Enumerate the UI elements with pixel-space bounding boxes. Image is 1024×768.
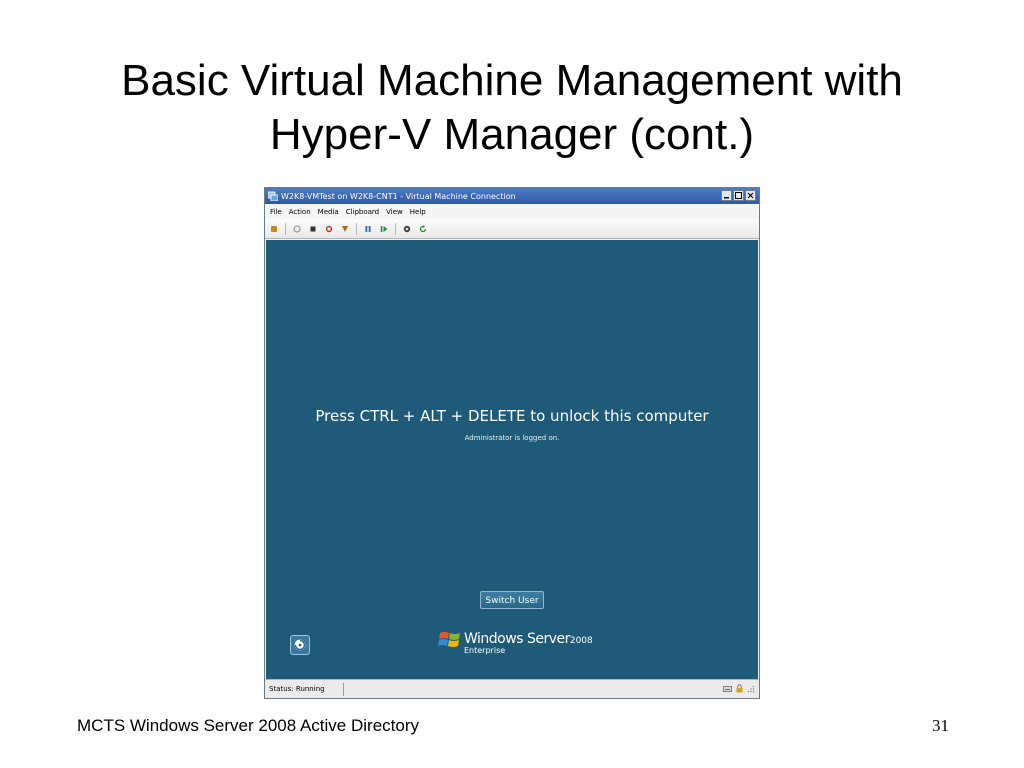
toolbar-separator [285, 222, 286, 235]
ease-of-access-icon [293, 638, 307, 652]
brand-name: Windows Server [464, 631, 570, 647]
menu-media[interactable]: Media [318, 208, 339, 216]
window-controls [721, 190, 756, 201]
start-button[interactable] [292, 224, 301, 233]
window-titlebar[interactable]: W2K8-VMTest on W2K8-CNT1 - Virtual Machi… [265, 188, 759, 204]
toolbar-separator [356, 222, 357, 235]
brand-edition: Enterprise [464, 646, 506, 655]
turn-off-button[interactable] [308, 224, 317, 233]
revert-button[interactable] [418, 224, 427, 233]
slide-page-number: 31 [932, 716, 949, 735]
brand-text: Windows Server2008 Enterprise [464, 628, 593, 655]
minimize-button[interactable] [721, 190, 732, 201]
menu-clipboard[interactable]: Clipboard [346, 208, 379, 216]
ctrl-alt-del-icon [270, 225, 277, 232]
save-state-button[interactable] [340, 224, 349, 233]
windows-flag-icon [438, 632, 460, 647]
revert-icon [419, 224, 426, 232]
resume-button[interactable] [379, 224, 388, 233]
pause-button[interactable] [363, 224, 372, 233]
status-text: Status: Running [269, 685, 325, 693]
maximize-button[interactable] [733, 190, 744, 201]
logged-on-message: Administrator is logged on. [464, 434, 560, 442]
resume-icon [380, 225, 387, 232]
status-bar: Status: Running [265, 679, 759, 698]
switch-user-button[interactable]: Switch User [480, 591, 544, 609]
windows-server-logo: Windows Server2008 Enterprise [438, 628, 593, 655]
shutdown-button[interactable] [324, 224, 333, 233]
menu-file[interactable]: File [270, 208, 282, 216]
close-icon [747, 192, 754, 199]
toolbar-separator [395, 222, 396, 235]
snapshot-button[interactable] [402, 224, 411, 233]
vm-connection-window: W2K8-VMTest on W2K8-CNT1 - Virtual Machi… [264, 187, 760, 699]
keyboard-icon [723, 685, 732, 692]
close-button[interactable] [745, 190, 756, 201]
start-icon [293, 225, 300, 232]
save-state-icon [341, 225, 348, 232]
pause-icon [365, 225, 370, 232]
slide-footer: MCTS Windows Server 2008 Active Director… [77, 716, 419, 735]
window-title: W2K8-VMTest on W2K8-CNT1 - Virtual Machi… [281, 191, 516, 201]
status-separator [342, 682, 344, 696]
status-icons [723, 684, 755, 693]
resize-grip-icon[interactable] [747, 685, 755, 693]
toolbar [265, 219, 759, 239]
menu-view[interactable]: View [386, 208, 403, 216]
menu-action[interactable]: Action [289, 208, 311, 216]
brand-year: 2008 [569, 636, 593, 646]
maximize-icon [735, 192, 742, 199]
vm-connection-app-icon [268, 191, 278, 201]
slide-title-line-1: Basic Virtual Machine Management with [121, 56, 903, 105]
ease-of-access-button[interactable] [290, 635, 310, 655]
menu-bar: File Action Media Clipboard View Help [265, 204, 759, 219]
unlock-message: Press CTRL + ALT + DELETE to unlock this… [315, 407, 709, 425]
slide-title: Basic Virtual Machine Management with Hy… [0, 54, 1024, 162]
minimize-icon [724, 197, 729, 199]
slide-title-line-2: Hyper-V Manager (cont.) [269, 110, 755, 159]
turn-off-icon [310, 226, 315, 231]
lock-icon [736, 684, 743, 693]
shutdown-icon [325, 225, 332, 232]
snapshot-icon [403, 225, 410, 232]
ctrl-alt-del-button[interactable] [269, 224, 278, 233]
vm-screen[interactable]: Press CTRL + ALT + DELETE to unlock this… [266, 240, 758, 679]
menu-help[interactable]: Help [410, 208, 426, 216]
